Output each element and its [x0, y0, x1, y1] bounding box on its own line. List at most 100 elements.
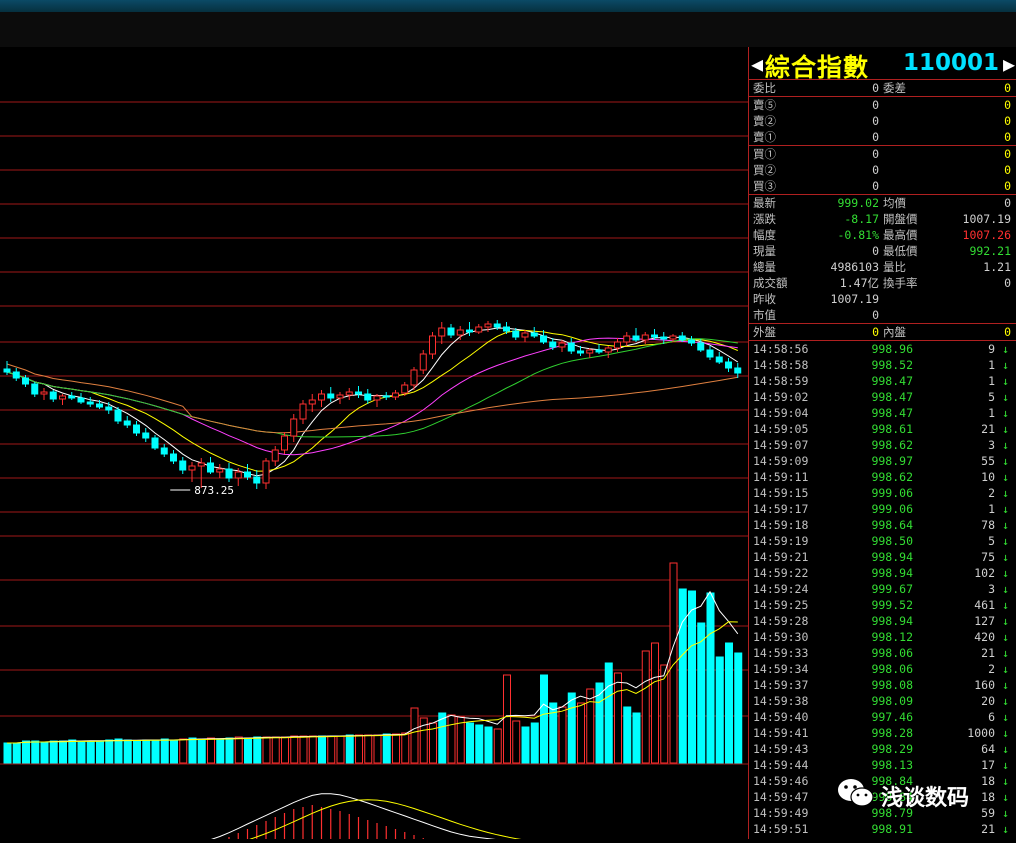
candle-body: [105, 406, 113, 411]
volume-bar: [336, 735, 345, 764]
tick-volume: 21: [981, 646, 995, 660]
tick-time: 14:58:58: [753, 358, 809, 372]
volume-bar: [512, 720, 521, 764]
volume-bar: [207, 737, 215, 764]
tick-time: 14:58:56: [753, 342, 809, 356]
volume-bar: [12, 742, 21, 764]
tick-row: 14:59:07 998.62 3 ↓: [749, 437, 1016, 453]
candle-body: [49, 391, 57, 400]
volume-bar: [484, 726, 493, 764]
row-label: 賣⑤: [753, 98, 776, 112]
tick-direction-icon: ↓: [1002, 566, 1009, 580]
tick-row: 14:59:43 998.29 64 ↓: [749, 741, 1016, 757]
tick-volume: 420: [974, 630, 995, 644]
volume-bar: [123, 739, 132, 764]
tick-time: 14:59:40: [753, 710, 809, 724]
tick-time: 14:59:46: [753, 774, 809, 788]
row-label: 委比: [753, 81, 776, 95]
volume-bar: [49, 740, 58, 764]
tick-time: 14:59:47: [753, 790, 809, 804]
tick-row: 14:59:40 997.46 6 ↓: [749, 709, 1016, 725]
candle-body: [3, 368, 11, 373]
candle-body: [540, 335, 547, 343]
volume-bar: [678, 588, 687, 764]
candle-body: [641, 334, 649, 341]
volume-bar: [68, 739, 77, 764]
candle-body: [475, 326, 483, 333]
tick-price: 998.47: [871, 374, 913, 388]
row-value-2: 0: [1004, 325, 1011, 339]
volume-bar: [540, 674, 548, 764]
row-value-2: 0: [1004, 114, 1011, 128]
volume-bar: [604, 662, 613, 764]
prev-index-arrow-icon[interactable]: ◀: [751, 52, 763, 76]
tick-price: 998.94: [871, 550, 913, 564]
candle-body: [595, 349, 603, 353]
volume-bar: [401, 732, 410, 764]
candle-body: [651, 334, 658, 338]
candle-body: [586, 349, 594, 354]
tick-direction-icon: ↓: [1002, 406, 1009, 420]
tick-direction-icon: ↓: [1002, 582, 1009, 596]
tick-direction-icon: ↓: [1002, 502, 1009, 516]
quote-row: 買② 0 0: [749, 162, 1016, 178]
row-value-2: 1007.19: [962, 212, 1011, 226]
tick-row: 14:59:25 999.52 461 ↓: [749, 597, 1016, 613]
tick-volume: 75: [981, 550, 995, 564]
ma30-line: [6, 338, 738, 438]
tick-price: 998.97: [871, 454, 913, 468]
tick-row: 14:59:04 998.47 1 ↓: [749, 405, 1016, 421]
volume-bar: [521, 726, 530, 764]
kline-chart-area[interactable]: 873.25: [0, 47, 748, 843]
tick-time: 14:59:25: [753, 598, 809, 612]
row-label-2: 最低價: [883, 244, 918, 258]
row-label: 外盤: [753, 325, 776, 339]
tick-direction-icon: ↓: [1002, 518, 1009, 532]
row-label-2: 開盤價: [883, 212, 918, 226]
tick-direction-icon: ↓: [1002, 358, 1009, 372]
row-label: 幅度: [753, 228, 776, 242]
tick-row: 14:59:15 999.06 2 ↓: [749, 485, 1016, 501]
volume-bar: [706, 592, 715, 764]
row-value: 0: [872, 325, 879, 339]
volume-bar: [96, 740, 104, 764]
candle-body: [345, 391, 353, 396]
volume-bar: [244, 737, 252, 764]
candle-body: [604, 347, 612, 353]
tick-row: 14:59:41 998.28 1000 ↓: [749, 725, 1016, 741]
row-label: 最新: [753, 196, 776, 210]
candle-body: [438, 327, 446, 337]
tick-direction-icon: ↓: [1002, 630, 1009, 644]
volume-bar: [271, 736, 280, 764]
tick-time: 14:59:11: [753, 470, 809, 484]
candle-body: [207, 462, 214, 473]
tick-volume: 5: [988, 534, 995, 548]
tick-volume: 10: [981, 470, 995, 484]
candle-body: [678, 335, 686, 341]
tick-price: 999.06: [871, 502, 913, 516]
tick-price: 999.52: [871, 598, 913, 612]
tick-row: 14:59:11 998.62 10 ↓: [749, 469, 1016, 485]
tick-row: 14:59:21 998.94 75 ↓: [749, 549, 1016, 565]
volume-bar: [197, 738, 206, 764]
tick-time: 14:58:59: [753, 374, 809, 388]
candle-body: [336, 394, 344, 399]
row-value-2: 0: [1004, 81, 1011, 95]
next-index-arrow-icon[interactable]: ▶: [1003, 52, 1015, 76]
tick-row: 14:59:17 999.06 1 ↓: [749, 501, 1016, 517]
quote-row: 賣② 0 0: [749, 113, 1016, 129]
tick-row: 14:59:37 998.08 160 ↓: [749, 677, 1016, 693]
tick-volume: 1: [988, 502, 995, 516]
candle-body: [355, 391, 362, 395]
candle-body: [22, 377, 29, 385]
row-value-2: 1.21: [983, 260, 1011, 274]
tick-price: 998.28: [871, 726, 913, 740]
candle-body: [114, 409, 122, 422]
candle-body: [521, 332, 529, 338]
row-value: -0.81%: [837, 228, 879, 242]
candle-body: [59, 395, 66, 400]
candle-body: [623, 335, 631, 343]
tick-time: 14:59:34: [753, 662, 809, 676]
tick-direction-icon: ↓: [1002, 678, 1009, 692]
tick-direction-icon: ↓: [1002, 422, 1009, 436]
